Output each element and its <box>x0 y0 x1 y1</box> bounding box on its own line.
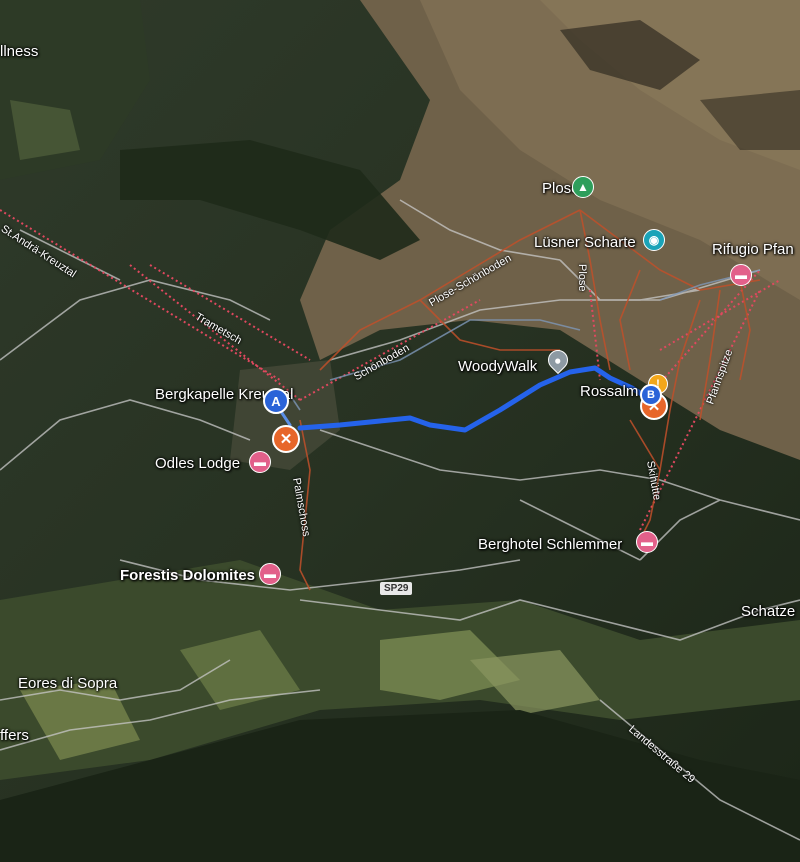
hotel-icon[interactable]: ▬ <box>259 563 281 585</box>
mountain-peak-icon[interactable]: ▲ <box>572 176 594 198</box>
place-label-eores: Eores di Sopra <box>18 675 118 692</box>
road-badge-sp29: SP29 <box>380 582 413 595</box>
place-label-forestis[interactable]: Forestis Dolomites <box>120 567 255 584</box>
route-end-marker[interactable]: B <box>640 384 662 406</box>
place-label-rossalm[interactable]: Rossalm <box>580 383 638 400</box>
camera-icon[interactable]: ◉ <box>643 229 665 251</box>
hotel-icon[interactable]: ▬ <box>730 264 752 286</box>
place-label-rifugio[interactable]: Rifugio Pfan <box>712 241 794 258</box>
hotel-icon[interactable]: ▬ <box>636 531 658 553</box>
place-label-lusner-scharte[interactable]: Lüsner Scharte <box>534 234 636 251</box>
place-label-odles-lodge[interactable]: Odles Lodge <box>155 455 240 472</box>
hotel-icon[interactable]: ▬ <box>249 451 271 473</box>
place-label-wellness: llness <box>0 43 39 60</box>
satellite-terrain <box>0 0 800 862</box>
route-start-marker[interactable]: A <box>263 388 289 414</box>
trail-label-plose: Plose <box>576 264 588 292</box>
place-label-schatze: Schatze <box>741 603 796 620</box>
place-label-ffers: ffers <box>0 727 29 744</box>
restaurant-icon[interactable]: ✕ <box>272 425 300 453</box>
map-view[interactable]: llness Plose ▲ Lüsner Scharte ◉ Rifugio … <box>0 0 800 862</box>
place-label-berghotel[interactable]: Berghotel Schlemmer <box>478 536 622 553</box>
place-label-woodywalk[interactable]: WoodyWalk <box>458 358 537 375</box>
